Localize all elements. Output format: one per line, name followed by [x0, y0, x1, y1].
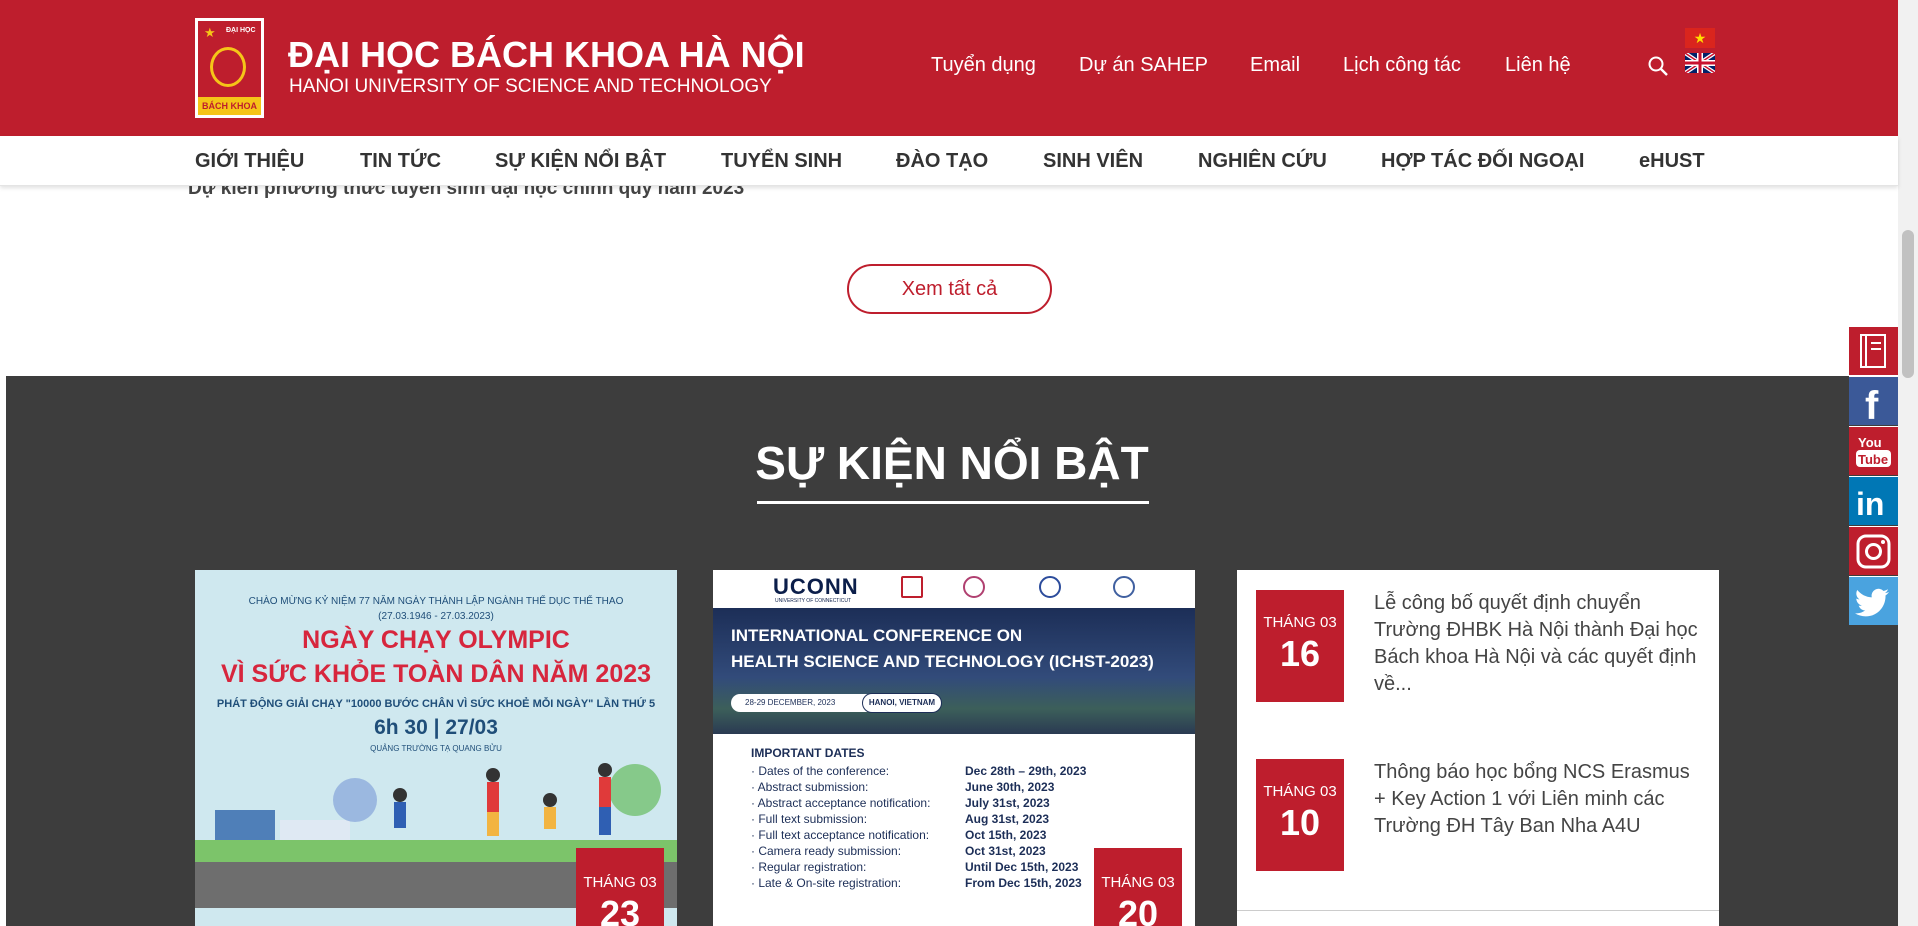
partner-seal-icon — [1039, 576, 1061, 598]
site-subtitle: HANOI UNIVERSITY OF SCIENCE AND TECHNOLO… — [289, 76, 772, 97]
svg-text:Tube: Tube — [1858, 452, 1888, 467]
star-icon: ★ — [204, 25, 216, 40]
twitter-icon[interactable] — [1849, 576, 1898, 625]
scrollbar[interactable] — [1898, 0, 1918, 926]
events-section: SỰ KIỆN NỔI BẬT CHÀO MỪNG KỶ NIỆM 77 NĂM… — [6, 376, 1898, 926]
gear-emblem-icon — [210, 47, 246, 87]
nav-su-kien-noi-bat[interactable]: SỰ KIỆN NỔI BẬT — [495, 150, 666, 173]
site-title[interactable]: ĐẠI HỌC BÁCH KHOA HÀ NỘI — [288, 34, 805, 76]
instagram-icon[interactable] — [1849, 526, 1898, 575]
facebook-icon[interactable]: f — [1849, 376, 1898, 426]
top-link-lien-he[interactable]: Liên hệ — [1505, 54, 1571, 77]
poster-heading: NGÀY CHẠY OLYMPIC — [302, 626, 570, 654]
date-month: THÁNG 03 — [1263, 783, 1337, 800]
uconn-logo: UCONN — [773, 574, 859, 599]
events-title: SỰ KIỆN NỔI BẬT — [755, 437, 1149, 489]
date-badge: THÁNG 03 16 — [1256, 590, 1344, 702]
svg-text:You: You — [1858, 435, 1882, 450]
date-month: THÁNG 03 — [1263, 614, 1337, 631]
event-title[interactable]: Lễ công bố quyết định chuyển Trường ĐHBK… — [1374, 590, 1704, 698]
svg-text:f: f — [1865, 384, 1879, 426]
event-card[interactable]: CHÀO MỪNG KỶ NIỆM 77 NĂM NGÀY THÀNH LẬP … — [195, 570, 677, 926]
vietnam-flag-icon[interactable]: ★ — [1685, 28, 1715, 48]
university-logo[interactable]: ★ ĐẠI HỌC BÁCH KHOA — [195, 18, 264, 118]
top-link-email[interactable]: Email — [1250, 54, 1300, 77]
date-badge: THÁNG 03 10 — [1256, 759, 1344, 871]
nav-dao-tao[interactable]: ĐÀO TẠO — [896, 150, 988, 173]
event-title[interactable]: Thông báo học bổng NCS Erasmus + Key Act… — [1374, 759, 1704, 840]
nav-tin-tuc[interactable]: TIN TỨC — [360, 150, 441, 173]
nav-nghien-cuu[interactable]: NGHIÊN CỨU — [1198, 150, 1327, 173]
logo-text-top: ĐẠI HỌC — [226, 27, 256, 34]
linkedin-icon[interactable]: in — [1849, 476, 1898, 525]
handbook-icon[interactable] — [1849, 326, 1898, 375]
nav-gioi-thieu[interactable]: GIỚI THIỆU — [195, 150, 304, 173]
site-header: ★ ĐẠI HỌC BÁCH KHOA ĐẠI HỌC BÁCH KHOA HÀ… — [0, 0, 1898, 136]
nav-tuyen-sinh[interactable]: TUYỂN SINH — [721, 150, 842, 173]
date-month: THÁNG 03 — [1101, 874, 1175, 891]
page: ★ ĐẠI HỌC BÁCH KHOA ĐẠI HỌC BÁCH KHOA HÀ… — [0, 0, 1918, 926]
hust-logo-icon — [901, 576, 923, 598]
poster-text: CHÀO MỪNG KỶ NIỆM 77 NĂM NGÀY THÀNH LẬP … — [248, 596, 624, 607]
partner-seal-icon — [963, 576, 985, 598]
nav-ehust[interactable]: eHUST — [1639, 150, 1705, 173]
svg-text:in: in — [1856, 486, 1884, 522]
event-list-item[interactable]: THÁNG 03 10 Thông báo học bổng NCS Erasm… — [1237, 739, 1719, 871]
scrollbar-thumb[interactable] — [1902, 230, 1914, 378]
top-link-sahep[interactable]: Dự án SAHEP — [1079, 54, 1208, 77]
date-day: 16 — [1279, 633, 1321, 674]
poster-text: (27.03.1946 - 27.03.2023) — [378, 611, 494, 622]
divider — [1237, 910, 1719, 911]
uk-flag-icon[interactable] — [1685, 53, 1715, 73]
conference-heading: INTERNATIONAL CONFERENCE ON — [731, 626, 1023, 645]
search-icon[interactable] — [1647, 55, 1669, 77]
poster-time: 6h 30 | 27/03 — [374, 716, 498, 739]
event-card[interactable]: UCONN UNIVERSITY OF CONNECTICUT INTERNAT… — [713, 570, 1195, 926]
date-month: THÁNG 03 — [583, 874, 657, 891]
date-day: 10 — [1279, 802, 1321, 843]
top-link-lich-cong-tac[interactable]: Lịch công tác — [1343, 54, 1461, 77]
date-badge: THÁNG 03 20 — [1094, 848, 1182, 926]
see-all-button[interactable]: Xem tất cả — [847, 264, 1052, 314]
partner-logos: UCONN UNIVERSITY OF CONNECTICUT — [713, 570, 1195, 608]
event-list-item[interactable]: THÁNG 03 16 Lễ công bố quyết định chuyển… — [1237, 570, 1719, 702]
date-badge: THÁNG 03 23 — [576, 848, 664, 926]
title-underline — [757, 501, 1149, 504]
youtube-icon[interactable]: You Tube — [1849, 426, 1898, 475]
logo-text-bottom: BÁCH KHOA — [202, 101, 257, 111]
conference-place-pill: HANOI, VIETNAM — [863, 694, 941, 712]
date-day: 23 — [599, 893, 641, 926]
poster-text: PHÁT ĐỘNG GIẢI CHẠY "10000 BƯỚC CHÂN VÌ … — [216, 698, 656, 710]
partner-seal-icon — [1113, 576, 1135, 598]
top-link-tuyen-dung[interactable]: Tuyển dụng — [931, 54, 1036, 77]
uconn-logo-sub: UNIVERSITY OF CONNECTICUT — [775, 598, 852, 604]
main-nav: GIỚI THIỆU TIN TỨC SỰ KIỆN NỔI BẬT TUYỂN… — [0, 136, 1898, 186]
nav-sinh-vien[interactable]: SINH VIÊN — [1043, 150, 1143, 173]
poster-heading: VÌ SỨC KHỎE TOÀN DÂN NĂM 2023 — [220, 660, 652, 688]
nav-hop-tac-doi-ngoai[interactable]: HỢP TÁC ĐỐI NGOẠI — [1381, 150, 1584, 173]
date-day: 20 — [1117, 893, 1159, 926]
event-list: THÁNG 03 16 Lễ công bố quyết định chuyển… — [1237, 570, 1719, 926]
conference-heading: HEALTH SCIENCE AND TECHNOLOGY (ICHST-202… — [731, 652, 1154, 671]
important-dates-heading: IMPORTANT DATES — [751, 746, 865, 760]
